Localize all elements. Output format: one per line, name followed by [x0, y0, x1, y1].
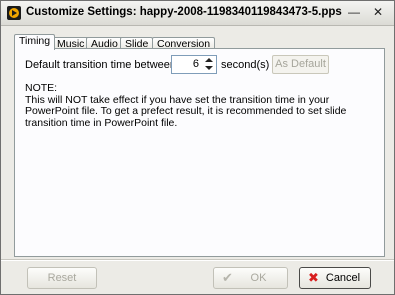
minimize-button[interactable]: — [343, 4, 365, 20]
transition-time-stepper[interactable]: 6 [171, 55, 217, 74]
ok-button-label: OK [250, 272, 267, 284]
content-area: Timing Music Audio Slide Conversion Defa… [6, 29, 387, 259]
reset-button-label: Reset [47, 272, 77, 284]
arrow-up-icon[interactable] [205, 58, 213, 62]
app-logo-icon [7, 6, 21, 20]
timing-panel: Default transition time between slides: … [14, 48, 385, 257]
customize-settings-dialog: Customize Settings: happy-2008-119834011… [0, 0, 395, 295]
note-text-block: NOTE: This will NOT take effect if you h… [25, 82, 375, 129]
cancel-button[interactable]: ✖ Cancel [299, 267, 371, 289]
transition-time-value[interactable]: 6 [193, 58, 199, 70]
ok-button[interactable]: ✔ OK [213, 267, 288, 289]
note-body: This will NOT take effect if you have se… [25, 93, 347, 129]
seconds-unit-label: second(s) [221, 59, 270, 71]
as-default-button[interactable]: As Default [272, 55, 329, 74]
cancel-button-label: Cancel [325, 272, 361, 284]
arrow-down-icon[interactable] [205, 66, 213, 70]
reset-button[interactable]: Reset [27, 267, 97, 289]
title-bar[interactable]: Customize Settings: happy-2008-119834011… [1, 1, 394, 26]
footer-divider [1, 259, 394, 261]
tab-timing[interactable]: Timing [14, 34, 56, 50]
close-button[interactable]: ✕ [367, 4, 389, 20]
stepper-arrows[interactable] [204, 57, 214, 72]
window-title: Customize Settings: happy-2008-119834011… [26, 6, 342, 18]
